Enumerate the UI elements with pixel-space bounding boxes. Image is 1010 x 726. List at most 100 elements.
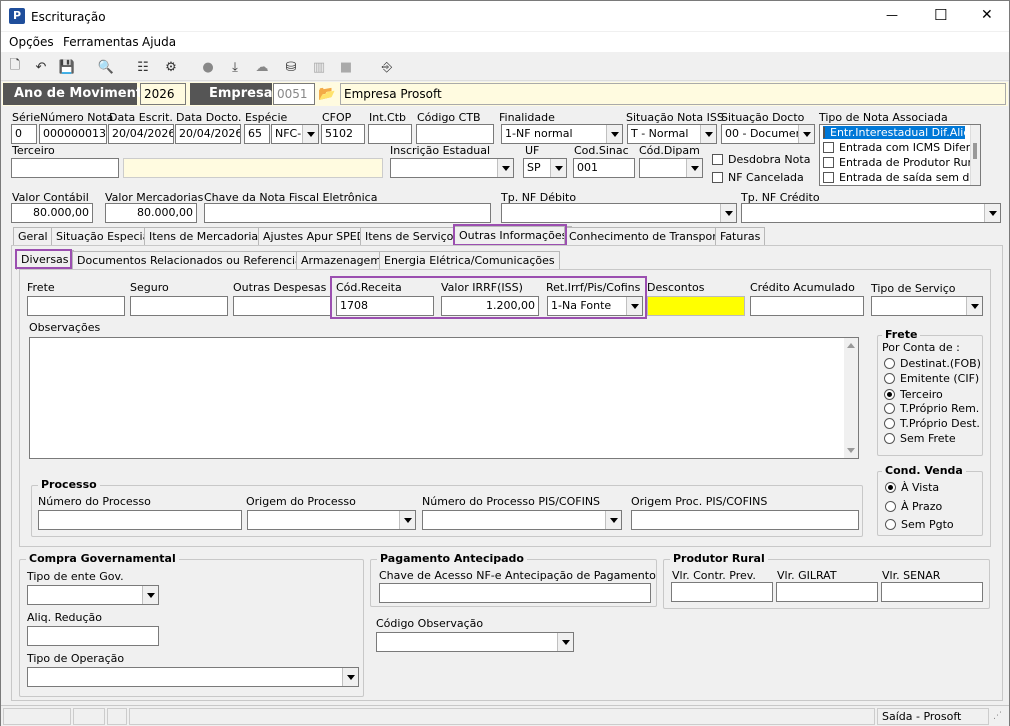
- ano-label: Ano de Movimento: [14, 86, 151, 101]
- frete-option-fob[interactable]: Destinat.(FOB): [884, 357, 981, 370]
- cond-venda-sem-pgto[interactable]: Sem Pgto: [885, 518, 954, 531]
- aliq-input[interactable]: [27, 626, 159, 646]
- exit-icon[interactable]: ⎆: [377, 57, 397, 77]
- subtab-armazenagem[interactable]: Armazenagem: [296, 251, 387, 269]
- tab-faturas[interactable]: Faturas: [715, 227, 766, 245]
- seguro-input[interactable]: [130, 296, 228, 316]
- especie-label: Espécie: [245, 111, 288, 124]
- resize-grip-icon[interactable]: ⋰: [993, 711, 1005, 723]
- terceiro-code-input[interactable]: [11, 158, 119, 178]
- tipo-ente-select[interactable]: [27, 585, 159, 605]
- cib-icon[interactable]: ⛁: [281, 57, 301, 77]
- new-icon[interactable]: 🗋: [5, 57, 25, 77]
- sit-iss-select[interactable]: T - Normal: [627, 124, 717, 144]
- finalidade-select[interactable]: 1-NF normal: [501, 124, 623, 144]
- chave-input[interactable]: [204, 203, 491, 223]
- tipo-assoc-list[interactable]: Entr.Interestadual Dif.Aliq Entrada com …: [819, 124, 981, 186]
- cloud-icon[interactable]: ☁: [252, 57, 272, 77]
- origem-pis-input[interactable]: [631, 510, 859, 530]
- subtab-energia[interactable]: Energia Elétrica/Comunicações: [379, 251, 560, 269]
- tab-situacao-especial[interactable]: Situação Especial: [51, 227, 158, 245]
- frete-option-terceiro[interactable]: Terceiro: [884, 388, 943, 401]
- tipo-assoc-item[interactable]: Entr.Interestadual Dif.Aliq: [823, 126, 970, 139]
- frete-option-sem-frete[interactable]: Sem Frete: [884, 432, 956, 445]
- ano-input[interactable]: 2026: [140, 83, 186, 105]
- outras-input[interactable]: [233, 296, 331, 316]
- descontos-input[interactable]: [647, 296, 745, 316]
- serie-input[interactable]: 0: [11, 124, 37, 144]
- chevron-down-icon: [966, 297, 982, 315]
- sinac-input[interactable]: 001: [573, 158, 635, 178]
- cond-venda-prazo[interactable]: À Prazo: [885, 500, 942, 513]
- uf-select[interactable]: SP: [523, 158, 567, 178]
- frete-input[interactable]: [27, 296, 125, 316]
- tp-credito-select[interactable]: [741, 203, 1001, 223]
- tipo-assoc-item[interactable]: Entrada de Produtor Rural: [823, 156, 980, 169]
- frete-option-cif[interactable]: Emitente (CIF): [884, 372, 979, 385]
- contr-prev-input[interactable]: [671, 582, 773, 602]
- especie-select[interactable]: NFC-: [271, 124, 319, 144]
- cond-venda-vista[interactable]: À Vista: [885, 481, 939, 494]
- maximize-button[interactable]: ☐: [934, 6, 947, 24]
- apple-icon[interactable]: ●: [198, 57, 218, 77]
- frete-option-proprio-dest[interactable]: T.Próprio Dest.: [884, 417, 980, 430]
- codctb-input[interactable]: [416, 124, 494, 144]
- close-button[interactable]: ✕: [981, 7, 993, 23]
- tree-icon[interactable]: ☷: [133, 57, 153, 77]
- credito-input[interactable]: [750, 296, 864, 316]
- save-icon[interactable]: 💾: [57, 57, 77, 77]
- tipo-op-select[interactable]: [27, 667, 359, 687]
- menu-ferramentas[interactable]: Ferramentas: [63, 35, 139, 49]
- intctb-input[interactable]: [368, 124, 412, 144]
- num-pis-select[interactable]: [422, 510, 622, 530]
- checkbox-icon: [823, 142, 834, 153]
- cod-obs-select[interactable]: [376, 632, 574, 652]
- tab-ajustes-apur[interactable]: Ajustes Apur SPED: [258, 227, 371, 245]
- numero-input[interactable]: 0000000132: [39, 124, 107, 144]
- import-icon[interactable]: ⤓: [225, 57, 245, 77]
- obs-scrollbar[interactable]: [844, 338, 858, 458]
- origem-processo-select[interactable]: [247, 510, 416, 530]
- empresa-code-input[interactable]: 0051: [273, 83, 315, 105]
- tp-debito-select[interactable]: [501, 203, 737, 223]
- valor-contabil-input[interactable]: 80.000,00: [11, 203, 93, 223]
- minimize-button[interactable]: —: [886, 8, 898, 22]
- folder-icon[interactable]: 📂: [317, 84, 337, 104]
- data-escrit-input[interactable]: 20/04/2026: [108, 124, 174, 144]
- tipo-servico-select[interactable]: [871, 296, 983, 316]
- sit-docto-select[interactable]: 00 - Document: [721, 124, 815, 144]
- insc-select[interactable]: [390, 158, 514, 178]
- panel-icon[interactable]: ▥: [309, 57, 329, 77]
- obs-textarea[interactable]: [29, 337, 859, 459]
- tab-itens-servicos[interactable]: Itens de Serviços: [360, 227, 465, 245]
- dipam-select[interactable]: [639, 158, 703, 178]
- scroll-thumb[interactable]: [973, 143, 977, 159]
- block-icon[interactable]: ■: [336, 57, 356, 77]
- gilrat-input[interactable]: [776, 582, 878, 602]
- senar-input[interactable]: [881, 582, 983, 602]
- data-docto-input[interactable]: 20/04/2026: [175, 124, 241, 144]
- preview-icon[interactable]: 🔍: [96, 57, 116, 77]
- subtab-documentos[interactable]: Documentos Relacionados ou Referenciados: [72, 251, 327, 269]
- radio-label: Sem Pgto: [901, 518, 954, 531]
- frete-option-proprio-rem[interactable]: T.Próprio Rem.: [884, 402, 979, 415]
- menu-ajuda[interactable]: Ajuda: [142, 35, 176, 49]
- cfop-input[interactable]: 5102: [321, 124, 365, 144]
- list-scrollbar[interactable]: [970, 125, 980, 185]
- tipo-assoc-item[interactable]: Entrada de saída sem débi: [823, 171, 980, 184]
- undo-icon[interactable]: ↶: [31, 57, 51, 77]
- config-icon[interactable]: ⚙: [161, 57, 181, 77]
- valor-merc-input[interactable]: 80.000,00: [105, 203, 197, 223]
- tab-conhecimento-transporte[interactable]: Conhecimento de Transporte: [564, 227, 733, 245]
- tipo-assoc-item[interactable]: Entrada com ICMS Diferido: [823, 141, 980, 154]
- scroll-up-icon[interactable]: [847, 343, 855, 348]
- especie-code-input[interactable]: 65: [244, 124, 270, 144]
- scroll-down-icon[interactable]: [847, 448, 855, 453]
- tab-geral[interactable]: Geral: [13, 227, 53, 245]
- menu-opcoes[interactable]: Opções: [9, 35, 54, 49]
- num-processo-input[interactable]: [38, 510, 242, 530]
- desdobra-checkbox[interactable]: Desdobra Nota: [712, 153, 810, 166]
- cancelada-checkbox[interactable]: NF Cancelada: [712, 171, 804, 184]
- tab-itens-mercadorias[interactable]: Itens de Mercadorias: [144, 227, 269, 245]
- chave-antecip-input[interactable]: [379, 583, 651, 603]
